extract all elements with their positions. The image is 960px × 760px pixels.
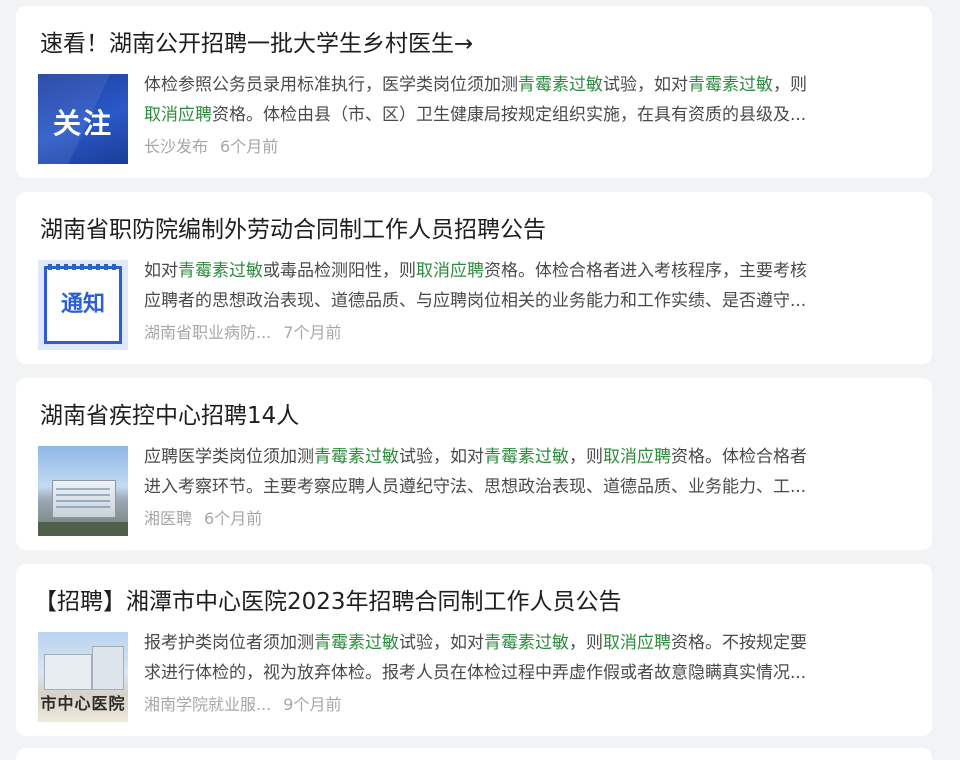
highlighted-keyword: 青霉素过敏	[314, 447, 399, 467]
snippet-line: 取消应聘资格。体检由县（市、区）卫生健康局按规定组织实施，在具有资质的县级及..…	[144, 100, 916, 130]
snippet-line: 报考护类岗位者须加测青霉素过敏试验，如对青霉素过敏，则取消应聘资格。不按规定要	[144, 628, 916, 658]
result-snippet: 体检参照公务员录用标准执行，医学类岗位须加测青霉素过敏试验，如对青霉素过敏，则 …	[144, 70, 916, 130]
snippet-text: 试验，如对	[603, 75, 688, 95]
result-meta: 湘南学院就业服... 9个月前	[144, 694, 341, 716]
result-title[interactable]: 湖南省职防院编制外劳动合同制工作人员招聘公告	[40, 214, 546, 246]
result-time: 7个月前	[283, 323, 342, 342]
calendar-rings-icon	[48, 264, 118, 270]
result-meta: 湖南省职业病防... 7个月前	[144, 322, 341, 344]
snippet-line: 求进行体检的，视为放弃体检。报考人员在体检过程中弄虚作假或者故意隐瞒真实情况..…	[144, 658, 916, 688]
highlighted-keyword: 青霉素过敏	[518, 75, 603, 95]
thumbnail-image[interactable]: 关注	[38, 74, 128, 164]
highlighted-keyword: 青霉素过敏	[484, 447, 569, 467]
highlighted-keyword: 取消应聘	[603, 633, 671, 653]
result-source: 长沙发布	[144, 137, 209, 156]
snippet-text: 报考护类岗位者须加测	[144, 633, 314, 653]
result-card[interactable]: 湖南省疾控中心招聘14人 应聘医学类岗位须加测青霉素过敏试验，如对青霉素过敏，则…	[16, 378, 932, 550]
hospital-sign: 市中心医院	[40, 694, 126, 713]
snippet-text: 应聘医学类岗位须加测	[144, 447, 314, 467]
result-snippet: 如对青霉素过敏或毒品检测阳性，则取消应聘资格。体检合格者进入考核程序，主要考核 …	[144, 256, 916, 316]
result-title[interactable]: 速看！湖南公开招聘一批大学生乡村医生→	[40, 28, 473, 60]
result-source: 湘医聘	[144, 509, 193, 528]
result-time: 6个月前	[220, 137, 279, 156]
snippet-text: 应聘者的思想政治表现、道德品质、与应聘岗位相关的业务能力和工作实绩、是否遵守..…	[144, 291, 807, 311]
result-card[interactable]: 【招聘】湘潭市中心医院2023年招聘合同制工作人员公告 市中心医院 报考护类岗位…	[16, 564, 932, 736]
snippet-text: 资格。体检由县（市、区）卫生健康局按规定组织实施，在具有资质的县级及...	[212, 105, 807, 125]
highlighted-keyword: 青霉素过敏	[178, 261, 263, 281]
result-time: 9个月前	[283, 695, 342, 714]
highlighted-keyword: 青霉素过敏	[688, 75, 773, 95]
snippet-text: 进入考察环节。主要考察应聘人员遵纪守法、思想政治表现、道德品质、业务能力、工..…	[144, 477, 807, 497]
highlighted-keyword: 取消应聘	[416, 261, 484, 281]
snippet-text: ，则	[773, 75, 807, 95]
search-results-feed: 速看！湖南公开招聘一批大学生乡村医生→ 关注 体检参照公务员录用标准执行，医学类…	[0, 0, 960, 760]
snippet-text: 试验，如对	[399, 633, 484, 653]
snippet-line: 应聘医学类岗位须加测青霉素过敏试验，如对青霉素过敏，则取消应聘资格。体检合格者	[144, 442, 916, 472]
building-photo	[92, 646, 124, 690]
result-title[interactable]: 湖南省疾控中心招聘14人	[40, 400, 299, 432]
snippet-text: 体检参照公务员录用标准执行，医学类岗位须加测	[144, 75, 518, 95]
snippet-text: 求进行体检的，视为放弃体检。报考人员在体检过程中弄虚作假或者故意隐瞒真实情况..…	[144, 663, 807, 683]
next-result-card-partial[interactable]	[16, 748, 932, 760]
result-card[interactable]: 速看！湖南公开招聘一批大学生乡村医生→ 关注 体检参照公务员录用标准执行，医学类…	[16, 6, 932, 178]
snippet-line: 如对青霉素过敏或毒品检测阳性，则取消应聘资格。体检合格者进入考核程序，主要考核	[144, 256, 916, 286]
building-photo	[44, 654, 92, 690]
result-meta: 湘医聘 6个月前	[144, 508, 262, 530]
result-snippet: 应聘医学类岗位须加测青霉素过敏试验，如对青霉素过敏，则取消应聘资格。体检合格者 …	[144, 442, 916, 502]
snippet-text: 资格。体检合格者进入考核程序，主要考核	[484, 261, 807, 281]
snippet-text: 资格。不按规定要	[671, 633, 807, 653]
result-time: 6个月前	[204, 509, 263, 528]
snippet-line: 进入考察环节。主要考察应聘人员遵纪守法、思想政治表现、道德品质、业务能力、工..…	[144, 472, 916, 502]
ground	[38, 522, 128, 536]
highlighted-keyword: 青霉素过敏	[484, 633, 569, 653]
thumbnail-text: 通知	[60, 292, 105, 317]
thumbnail-text: 关注	[52, 107, 113, 140]
thumbnail-image[interactable]	[38, 446, 128, 536]
highlighted-keyword: 青霉素过敏	[314, 633, 399, 653]
snippet-text: ，则	[569, 633, 603, 653]
snippet-line: 应聘者的思想政治表现、道德品质、与应聘岗位相关的业务能力和工作实绩、是否遵守..…	[144, 286, 916, 316]
thumbnail-image[interactable]: 通知	[38, 260, 128, 350]
snippet-text: ，则	[569, 447, 603, 467]
thumbnail-image[interactable]: 市中心医院	[38, 632, 128, 722]
result-card[interactable]: 湖南省职防院编制外劳动合同制工作人员招聘公告 通知 如对青霉素过敏或毒品检测阳性…	[16, 192, 932, 364]
building-windows	[56, 486, 110, 512]
result-source: 湘南学院就业服...	[144, 695, 272, 714]
result-meta: 长沙发布 6个月前	[144, 136, 278, 158]
snippet-text: 或毒品检测阳性，则	[263, 261, 416, 281]
snippet-line: 体检参照公务员录用标准执行，医学类岗位须加测青霉素过敏试验，如对青霉素过敏，则	[144, 70, 916, 100]
snippet-text: 资格。体检合格者	[671, 447, 807, 467]
highlighted-keyword: 取消应聘	[144, 105, 212, 125]
snippet-text: 如对	[144, 261, 178, 281]
result-snippet: 报考护类岗位者须加测青霉素过敏试验，如对青霉素过敏，则取消应聘资格。不按规定要 …	[144, 628, 916, 688]
result-source: 湖南省职业病防...	[144, 323, 272, 342]
highlighted-keyword: 取消应聘	[603, 447, 671, 467]
result-title[interactable]: 【招聘】湘潭市中心医院2023年招聘合同制工作人员公告	[34, 586, 622, 618]
snippet-text: 试验，如对	[399, 447, 484, 467]
